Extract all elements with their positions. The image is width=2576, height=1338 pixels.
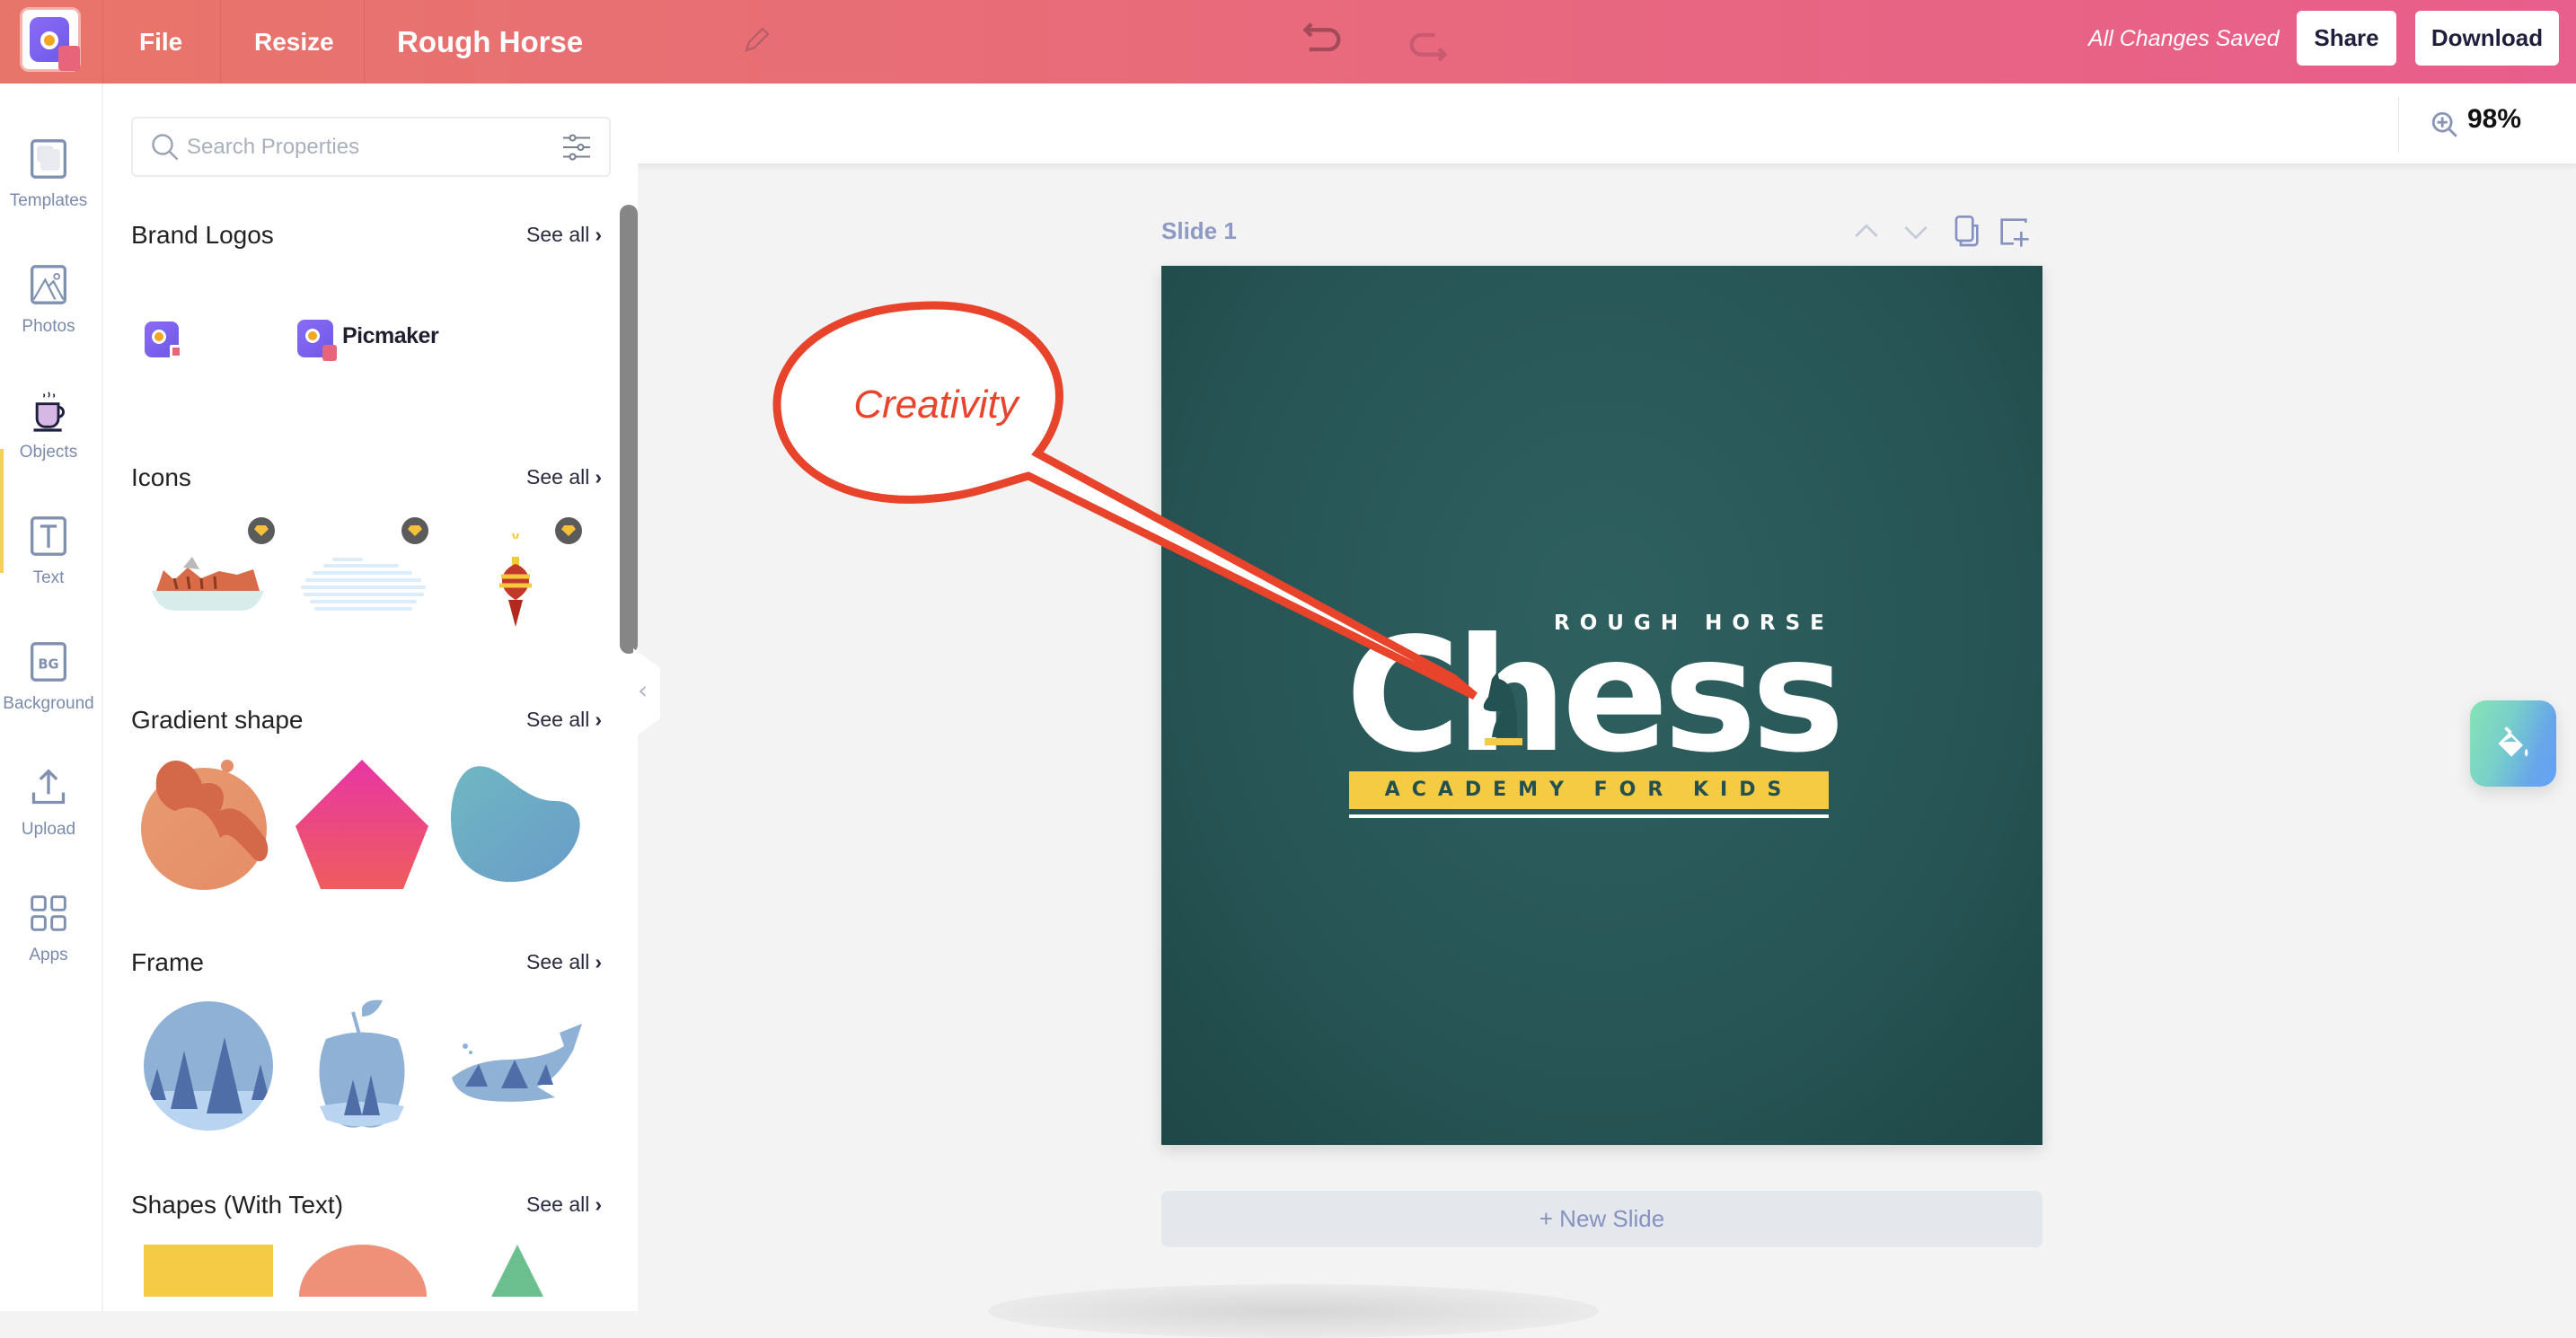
- slide-canvas[interactable]: ROUGH HORSE Chess ACADEMY FOR KIDS: [1161, 266, 2042, 1145]
- top-bar: File Resize Rough Horse All Changes Save…: [0, 0, 2576, 84]
- section-title-shapes-with-text: Shapes (With Text): [131, 1191, 344, 1219]
- chevron-right-icon: ›: [595, 1193, 602, 1216]
- undo-icon[interactable]: [1300, 14, 1346, 61]
- see-all-brand-logos[interactable]: See all ›: [526, 223, 602, 247]
- rail-item-text[interactable]: Text: [0, 515, 97, 631]
- rail-label: Photos: [22, 317, 75, 336]
- callout-text: Creativity: [853, 383, 1020, 427]
- text-icon: [31, 516, 66, 556]
- slide-label: Slide 1: [1161, 217, 1237, 244]
- section-title-gradient-shape: Gradient shape: [131, 706, 304, 734]
- grilled-food-icon[interactable]: [147, 548, 269, 620]
- zoom-level[interactable]: 98%: [2467, 104, 2521, 135]
- yellow-rectangle-shape[interactable]: [144, 1245, 273, 1297]
- see-all-frame[interactable]: See all ›: [526, 950, 602, 974]
- orange-blob-shape[interactable]: [139, 757, 283, 892]
- rail-item-background[interactable]: BG Background: [0, 640, 97, 757]
- photos-icon: [31, 265, 66, 304]
- toolbar-divider: [2398, 97, 2399, 153]
- panel-scrollbar[interactable]: [620, 205, 638, 654]
- paint-bucket-icon: [2498, 726, 2528, 757]
- see-all-gradient-shape[interactable]: See all ›: [526, 708, 602, 732]
- see-all-label: See all: [526, 950, 590, 973]
- brand-logo-icon[interactable]: [145, 321, 182, 359]
- section-title-icons: Icons: [131, 463, 191, 491]
- templates-icon: [31, 139, 66, 179]
- file-menu[interactable]: File: [139, 0, 182, 84]
- save-status: All Changes Saved: [2088, 26, 2280, 51]
- zoom-in-icon[interactable]: [2430, 110, 2460, 140]
- rail-item-objects[interactable]: Objects: [0, 389, 97, 506]
- upload-icon: [31, 769, 66, 805]
- collapse-panel-button[interactable]: ‹: [633, 648, 660, 738]
- search-input[interactable]: Search Properties: [131, 117, 611, 177]
- blue-blob-shape[interactable]: [447, 765, 584, 884]
- rail-label: Apps: [29, 946, 68, 964]
- picmaker-wordmark: Picmaker: [342, 323, 439, 348]
- chess-knight-icon[interactable]: [1476, 670, 1530, 751]
- see-all-label: See all: [526, 1193, 590, 1216]
- chevron-right-icon: ›: [595, 223, 602, 246]
- rail-item-templates[interactable]: Templates: [0, 137, 97, 254]
- chevron-right-icon: ›: [595, 465, 602, 489]
- rail-item-upload[interactable]: Upload: [0, 766, 97, 883]
- see-all-label: See all: [526, 708, 590, 731]
- rail-label: Templates: [9, 191, 88, 210]
- chevron-right-icon: ›: [595, 708, 602, 731]
- rail-item-photos[interactable]: Photos: [0, 263, 97, 380]
- canvas-toolbar: [638, 84, 2576, 163]
- chevron-left-icon: ‹: [638, 675, 648, 705]
- app-logo[interactable]: [20, 7, 81, 72]
- cloud-lines-icon[interactable]: [298, 557, 428, 612]
- pink-pentagon-shape[interactable]: [296, 760, 428, 889]
- whale-forest-frame[interactable]: [447, 1024, 587, 1114]
- download-button[interactable]: Download: [2415, 11, 2559, 66]
- slide-underline: [1349, 814, 1829, 818]
- add-slide-icon[interactable]: [1996, 214, 2032, 250]
- ornament-icon[interactable]: [496, 530, 535, 633]
- background-icon: BG: [31, 642, 66, 682]
- rail-label: Objects: [19, 443, 78, 462]
- move-slide-down-icon[interactable]: [1898, 214, 1934, 250]
- search-icon: [152, 134, 179, 161]
- see-all-shapes-with-text[interactable]: See all ›: [526, 1193, 602, 1217]
- resize-menu[interactable]: Resize: [254, 0, 334, 84]
- new-slide-button[interactable]: + New Slide: [1161, 1191, 2042, 1247]
- document-title[interactable]: Rough Horse: [397, 0, 583, 84]
- slide-banner-text[interactable]: ACADEMY FOR KIDS: [1349, 771, 1829, 809]
- edit-title-pencil-icon[interactable]: [741, 23, 773, 56]
- section-title-brand-logos: Brand Logos: [131, 221, 274, 249]
- move-slide-up-icon[interactable]: [1848, 214, 1884, 250]
- search-placeholder: Search Properties: [187, 135, 360, 159]
- rail-label: Text: [32, 568, 65, 587]
- premium-diamond-icon: [555, 517, 582, 544]
- chevron-right-icon: ›: [595, 950, 602, 973]
- share-button[interactable]: Share: [2297, 11, 2396, 66]
- see-all-icons[interactable]: See all ›: [526, 465, 602, 489]
- speech-bubble-callout[interactable]: Creativity: [772, 296, 1478, 718]
- decorative-shadow: [988, 1284, 1599, 1338]
- apple-forest-frame[interactable]: [313, 999, 411, 1133]
- slide-main-text[interactable]: Chess: [1345, 618, 1845, 775]
- circle-forest-frame[interactable]: [144, 1001, 274, 1131]
- svg-text:BG: BG: [38, 656, 58, 672]
- rail-label: Upload: [21, 820, 76, 839]
- apps-icon: [31, 895, 66, 931]
- see-all-label: See all: [526, 465, 590, 489]
- brand-logo-wordmark[interactable]: Picmaker: [297, 320, 439, 361]
- duplicate-slide-icon[interactable]: [1947, 214, 1983, 250]
- premium-diamond-icon: [248, 517, 275, 544]
- premium-diamond-icon: [401, 517, 428, 544]
- section-title-frame: Frame: [131, 948, 204, 976]
- rail-label: Background: [3, 694, 94, 713]
- left-rail: Templates Photos Objects Text BG Backgro…: [0, 84, 102, 1311]
- rail-item-apps[interactable]: Apps: [0, 892, 97, 1008]
- see-all-label: See all: [526, 223, 590, 246]
- filter-sliders-icon[interactable]: [560, 131, 593, 163]
- objects-icon: [33, 392, 65, 432]
- redo-icon[interactable]: [1404, 23, 1451, 70]
- paint-bucket-button[interactable]: [2470, 700, 2556, 787]
